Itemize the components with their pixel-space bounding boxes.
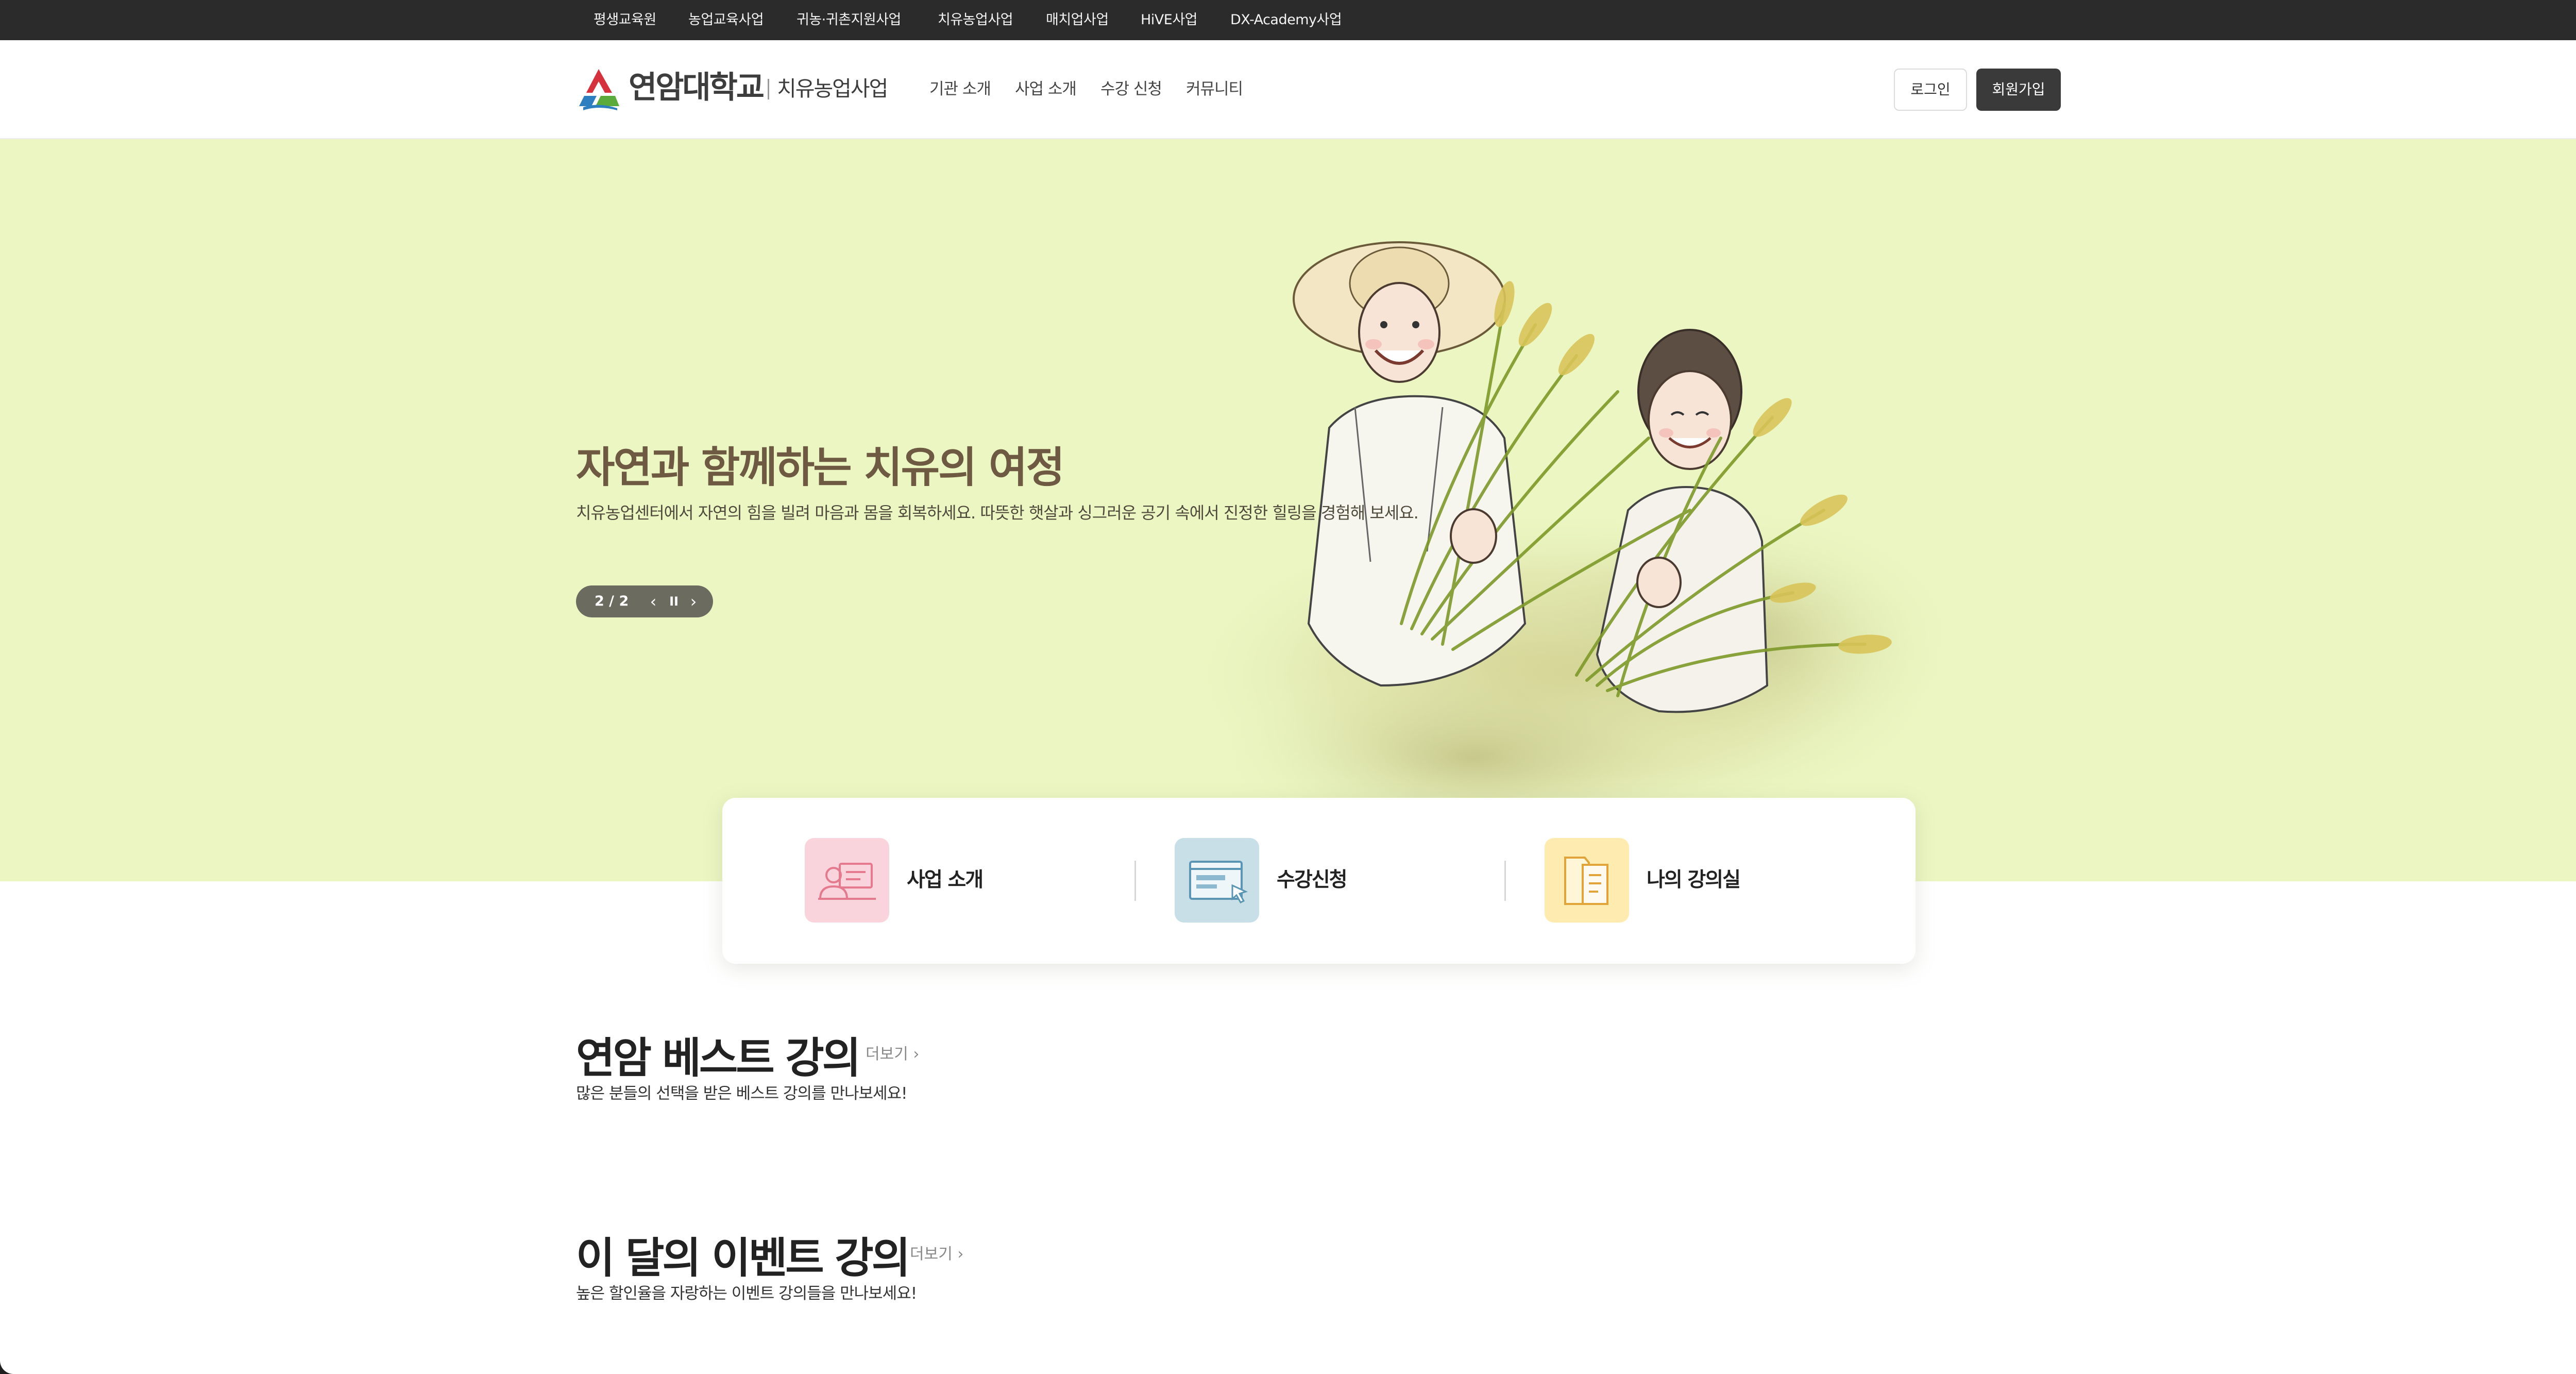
top-utility-bar: 평생교육원 농업교육사업 귀농·귀촌지원사업 치유농업사업 매치업사업 HiVE…	[0, 0, 2576, 40]
quick-item-my-classroom[interactable]: 나의 강의실	[1545, 838, 1833, 923]
topbar-link-return-farming[interactable]: 귀농·귀촌지원사업	[796, 0, 901, 40]
nav-item-community[interactable]: 커뮤니티	[1186, 76, 1243, 102]
book-icon	[1545, 838, 1629, 923]
nav-item-enrollment[interactable]: 수강 신청	[1100, 76, 1162, 102]
quick-menu-card: 사업 소개 수강신청 나의 강의실	[722, 798, 1916, 964]
nav-item-about[interactable]: 기관 소개	[929, 76, 991, 102]
hero-description: 치유농업센터에서 자연의 힘을 빌려 마음과 몸을 회복하세요. 따뜻한 햇살과…	[576, 503, 1419, 523]
page: 평생교육원 농업교육사업 귀농·귀촌지원사업 치유농업사업 매치업사업 HiVE…	[0, 0, 2576, 1374]
signup-button[interactable]: 회원가입	[1976, 69, 2061, 111]
best-lectures-more-link[interactable]: 더보기 ›	[866, 1041, 919, 1064]
quick-item-business[interactable]: 사업 소개	[805, 838, 1093, 923]
topbar-link-lifelong-education[interactable]: 평생교육원	[594, 0, 656, 40]
slide-prev-button[interactable]: ‹	[643, 590, 664, 613]
quick-item-enrollment[interactable]: 수강신청	[1175, 838, 1463, 923]
event-lectures-subtitle: 높은 할인율을 자랑하는 이벤트 강의들을 만나보세요!	[576, 1284, 917, 1303]
topbar-link-matchup[interactable]: 매치업사업	[1046, 0, 1109, 40]
slide-counter: 2 / 2	[595, 593, 629, 609]
topbar-link-hive[interactable]: HiVE사업	[1141, 0, 1198, 40]
event-lectures-more-link[interactable]: 더보기 ›	[910, 1241, 963, 1264]
slide-next-button[interactable]: ›	[683, 590, 704, 613]
online-course-icon	[1175, 838, 1259, 923]
slide-pause-button[interactable]: II	[664, 590, 684, 613]
hero-banner: 자연과 함께하는 치유의 여정 치유농업센터에서 자연의 힘을 빌려 마음과 몸…	[0, 139, 2576, 881]
login-button[interactable]: 로그인	[1894, 69, 1967, 111]
quick-label-my-classroom: 나의 강의실	[1647, 868, 1741, 892]
hero-title: 자연과 함께하는 치유의 여정	[576, 443, 1065, 492]
topbar-link-healing-agriculture[interactable]: 치유농업사업	[938, 0, 1013, 40]
quick-label-business: 사업 소개	[907, 868, 984, 892]
slide-pager: 2 / 2 ‹ II ›	[576, 585, 713, 617]
topbar-link-agri-education[interactable]: 농업교육사업	[688, 0, 764, 40]
topbar-link-dx-academy[interactable]: DX-Academy사업	[1230, 0, 1342, 40]
yonam-logo-icon[interactable]	[576, 66, 621, 111]
quick-divider	[1504, 861, 1506, 901]
event-lectures-title: 이 달의 이벤트 강의	[576, 1234, 910, 1283]
farmers-illustration	[1175, 241, 1968, 861]
logo-divider	[768, 79, 769, 99]
logo-university-name[interactable]: 연암대학교	[629, 67, 765, 108]
logo-program-name[interactable]: 치유농업사업	[777, 72, 888, 105]
best-lectures-title: 연암 베스트 강의	[576, 1034, 861, 1083]
quick-divider	[1134, 861, 1136, 901]
quick-label-enrollment: 수강신청	[1277, 868, 1348, 892]
site-header: 연암대학교 치유농업사업 기관 소개 사업 소개 수강 신청 커뮤니티 로그인 …	[0, 40, 2576, 139]
presenter-icon	[805, 838, 889, 923]
nav-item-business[interactable]: 사업 소개	[1015, 76, 1077, 102]
best-lectures-subtitle: 많은 분들의 선택을 받은 베스트 강의를 만나보세요!	[576, 1084, 907, 1103]
